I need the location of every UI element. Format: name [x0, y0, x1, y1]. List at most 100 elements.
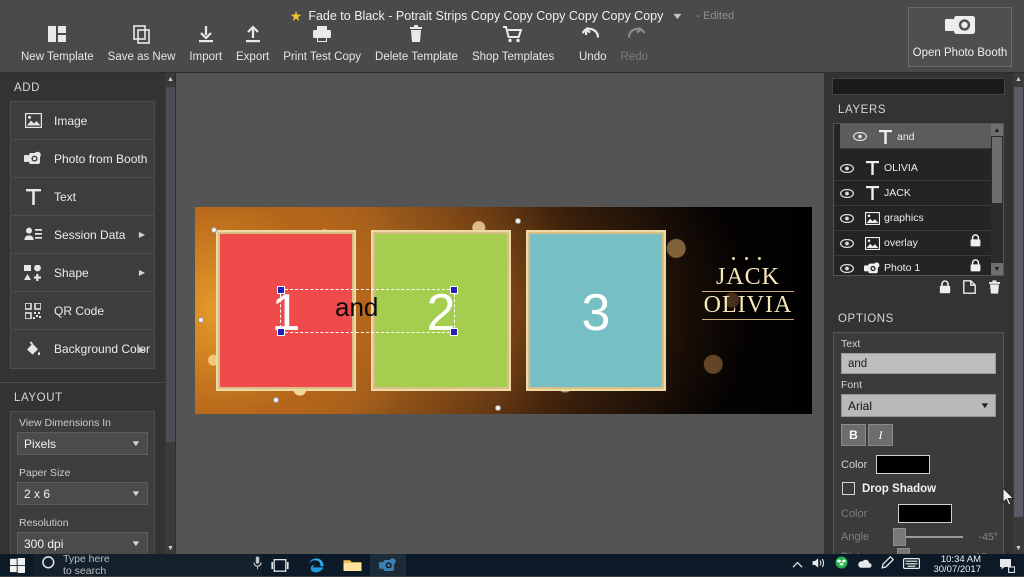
scrollbar-thumb[interactable] [166, 87, 175, 442]
volume-icon[interactable] [812, 556, 826, 574]
save-as-new-button[interactable]: Save as New [101, 22, 183, 63]
trash-icon[interactable] [988, 280, 1001, 299]
task-view-icon[interactable] [262, 554, 298, 576]
eye-icon[interactable] [847, 132, 873, 141]
angle-slider-knob[interactable] [893, 528, 906, 546]
drop-shadow-checkbox[interactable] [842, 482, 855, 495]
search-placeholder: Type here to search [63, 553, 110, 577]
edge-browser-icon[interactable] [298, 554, 334, 576]
artboard-handle[interactable] [198, 317, 204, 323]
scrollbar-thumb[interactable] [1014, 87, 1023, 517]
scroll-down-arrow-icon[interactable]: ▼ [1013, 542, 1024, 554]
bold-button[interactable]: B [841, 424, 866, 446]
dropbox-icon[interactable] [835, 556, 848, 574]
add-item-image[interactable]: Image [11, 102, 154, 140]
canvas-workspace[interactable]: 1 2 3 • • • JACK OLIVIA and [176, 73, 824, 554]
eye-icon[interactable] [834, 163, 860, 173]
layer-row-olivia[interactable]: OLIVIA [834, 156, 1003, 181]
right-panel-scrollbar[interactable]: ▲ ▼ [1013, 73, 1024, 554]
lock-icon[interactable] [939, 280, 951, 299]
import-button[interactable]: Import [182, 22, 229, 63]
microphone-icon[interactable] [253, 556, 262, 575]
photo-layer-icon [860, 261, 884, 275]
redo-icon [623, 22, 646, 46]
keyboard-icon[interactable] [903, 556, 921, 574]
names-graphic[interactable]: • • • JACK OLIVIA [694, 254, 802, 321]
undo-button[interactable]: Undo [572, 22, 614, 63]
chevron-down-icon: ▼ [979, 401, 991, 410]
angle-slider[interactable] [893, 528, 963, 546]
paper-size-value: 2 x 6 [24, 486, 51, 501]
chevron-right-icon: ▶ [138, 230, 145, 239]
chevron-down-icon[interactable]: ▼ [671, 11, 684, 21]
add-item-session-data[interactable]: Session Data ▶ [11, 216, 154, 254]
artboard[interactable]: 1 2 3 • • • JACK OLIVIA and [195, 207, 812, 414]
pen-icon[interactable] [881, 555, 895, 574]
start-button[interactable] [0, 554, 34, 576]
eye-icon[interactable] [834, 213, 860, 223]
italic-button[interactable]: I [868, 424, 893, 446]
show-hidden-icons-chevron[interactable] [792, 556, 803, 574]
left-panel-scrollbar[interactable]: ▲ ▼ [165, 73, 176, 554]
shop-templates-button[interactable]: Shop Templates [465, 22, 561, 63]
print-test-copy-label: Print Test Copy [283, 51, 362, 63]
print-test-copy-button[interactable]: Print Test Copy [276, 22, 368, 63]
chevron-down-icon: ▼ [130, 489, 142, 498]
artboard-handle[interactable] [495, 405, 501, 411]
scroll-down-arrow-icon[interactable]: ▼ [165, 542, 176, 554]
artboard-handle[interactable] [515, 218, 521, 224]
scrollbar-thumb[interactable] [992, 137, 1002, 203]
layer-row-graphics[interactable]: graphics [834, 206, 1003, 231]
text-color-swatch[interactable] [876, 455, 931, 474]
scroll-up-arrow-icon[interactable]: ▲ [991, 124, 1003, 136]
shadow-color-row: Color [834, 495, 1003, 523]
import-label: Import [189, 51, 223, 63]
duplicate-icon[interactable] [963, 280, 976, 299]
eye-icon[interactable] [834, 188, 860, 198]
artboard-handle[interactable] [211, 227, 217, 233]
lock-icon[interactable] [970, 234, 981, 252]
file-explorer-icon[interactable] [334, 554, 370, 576]
lock-icon[interactable] [970, 259, 981, 275]
shape-icon [23, 264, 43, 281]
scroll-down-arrow-icon[interactable]: ▼ [991, 263, 1003, 275]
artboard-handle[interactable] [273, 397, 279, 403]
view-dimensions-label: View Dimensions In [19, 417, 112, 429]
export-button[interactable]: Export [229, 22, 276, 63]
new-template-button[interactable]: New Template [14, 22, 101, 63]
add-item-photo-from-booth[interactable]: Photo from Booth [11, 140, 154, 178]
shadow-color-swatch[interactable] [898, 504, 953, 523]
add-item-qr-code[interactable]: QR Code [11, 292, 154, 330]
add-item-text[interactable]: Text [11, 178, 154, 216]
left-sidebar: ADD Image Photo from Booth Text Session … [0, 73, 165, 554]
layer-row-and[interactable]: and [840, 124, 997, 149]
notification-center-icon[interactable] [996, 558, 1018, 573]
taskbar-clock[interactable]: 10:34 AM 30/07/2017 [929, 555, 987, 575]
scroll-up-arrow-icon[interactable]: ▲ [1013, 73, 1024, 85]
text-input[interactable]: and [841, 353, 996, 374]
layers-list[interactable]: and OLIVIA JACK graphics overlay Photo 1… [833, 123, 1004, 276]
eye-icon[interactable] [834, 238, 860, 248]
layer-row-jack[interactable]: JACK [834, 181, 1003, 206]
text-layer-and[interactable]: and [335, 292, 378, 323]
search-input[interactable]: Type here to search [34, 553, 262, 577]
scroll-up-arrow-icon[interactable]: ▲ [165, 73, 176, 85]
onedrive-icon[interactable] [857, 556, 873, 574]
delete-template-button[interactable]: Delete Template [368, 22, 465, 63]
photo-booth-app-icon[interactable] [370, 554, 406, 576]
photo-frame-2[interactable]: 2 [371, 230, 511, 391]
font-select[interactable]: Arial ▼ [841, 394, 996, 417]
layer-row-photo-1[interactable]: Photo 1 [834, 256, 1003, 275]
resolution-select[interactable]: 300 dpi ▼ [17, 532, 148, 554]
text-color-row: Color [834, 446, 1003, 474]
add-item-shape[interactable]: Shape ▶ [11, 254, 154, 292]
view-dimensions-select[interactable]: Pixels ▼ [17, 432, 148, 455]
eye-icon[interactable] [834, 263, 860, 273]
photo-frame-3[interactable]: 3 [526, 230, 666, 391]
add-item-background-color[interactable]: Background Color ▶ [11, 330, 154, 368]
layers-scrollbar[interactable]: ▲ ▼ [991, 124, 1003, 275]
preview-strip [832, 78, 1005, 95]
paper-size-select[interactable]: 2 x 6 ▼ [17, 482, 148, 505]
open-photo-booth-button[interactable]: Open Photo Booth [908, 7, 1012, 67]
layer-row-overlay[interactable]: overlay [834, 231, 1003, 256]
